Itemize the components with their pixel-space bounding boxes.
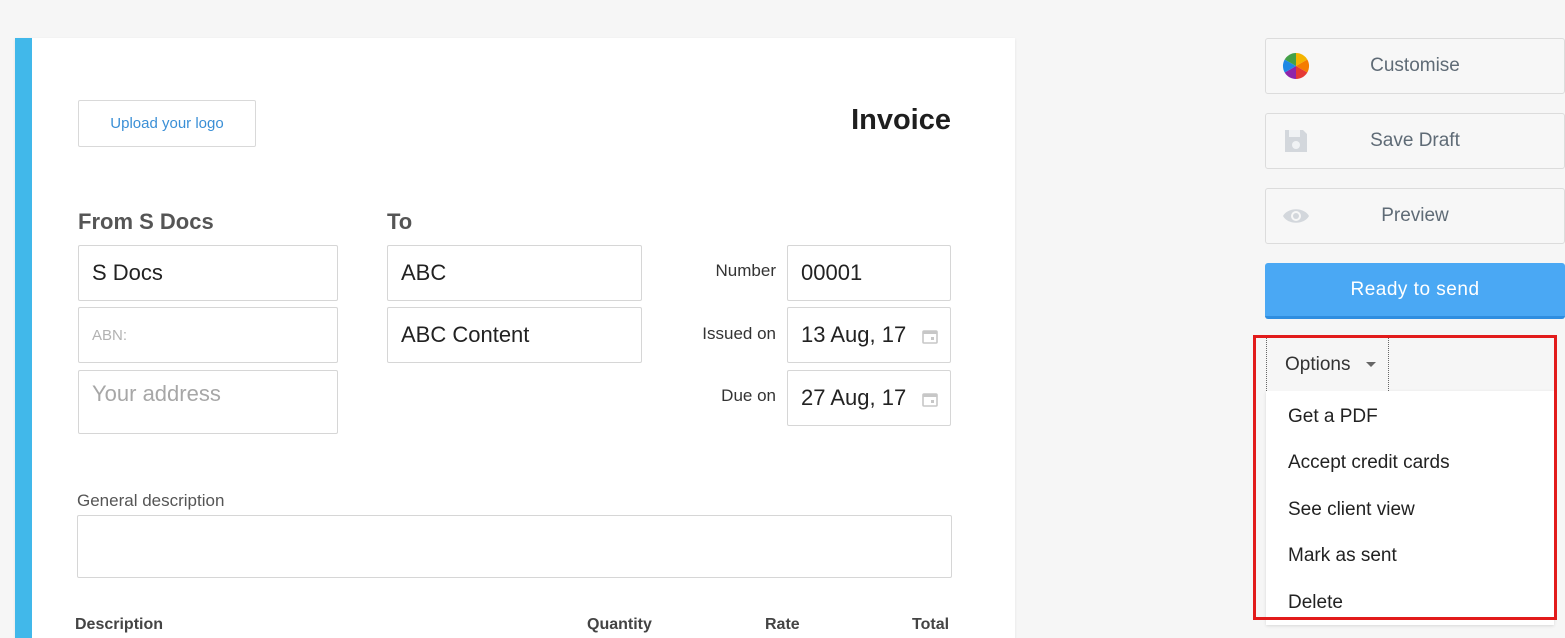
sheet-accent-bar (15, 38, 32, 638)
ready-to-send-button[interactable]: Ready to send (1265, 263, 1565, 319)
preview-button[interactable]: Preview (1265, 188, 1565, 244)
to-company-field[interactable]: ABC Content (387, 307, 642, 363)
from-heading: From S Docs (78, 209, 214, 234)
highlight-box (1253, 335, 1557, 620)
invoice-number-field[interactable]: 00001 (787, 245, 951, 301)
column-description: Description (75, 616, 164, 633)
to-name-field[interactable]: ABC (387, 245, 642, 301)
to-heading: To (387, 209, 413, 234)
due-date-field[interactable]: 27 Aug, 17 (787, 370, 951, 426)
from-name-field[interactable]: S Docs (78, 245, 338, 301)
floppy-disk-icon (1285, 130, 1307, 152)
issued-date-value: 13 Aug, 17 (801, 322, 907, 347)
invoice-title: Invoice (851, 104, 951, 136)
save-draft-button[interactable]: Save Draft (1265, 113, 1565, 169)
column-rate: Rate (765, 616, 800, 633)
color-wheel-icon (1282, 52, 1310, 80)
invoice-sheet: Upload your logo Invoice From S Docs To … (15, 38, 1015, 638)
abn-field[interactable]: ABN: (78, 307, 338, 363)
save-draft-label: Save Draft (1370, 130, 1460, 151)
customise-label: Customise (1370, 55, 1460, 76)
number-label: Number (715, 261, 776, 280)
issued-date-field[interactable]: 13 Aug, 17 (787, 307, 951, 363)
eye-icon (1283, 209, 1309, 223)
calendar-icon[interactable] (922, 391, 938, 407)
general-description-label: General description (77, 491, 225, 510)
preview-label: Preview (1381, 205, 1449, 226)
general-description-field[interactable] (77, 515, 952, 578)
issued-on-label: Issued on (702, 324, 776, 343)
column-quantity: Quantity (587, 616, 652, 633)
address-field[interactable]: Your address (78, 370, 338, 434)
column-total: Total (912, 616, 950, 633)
customise-button[interactable]: Customise (1265, 38, 1565, 94)
due-date-value: 27 Aug, 17 (801, 385, 907, 410)
upload-logo-button[interactable]: Upload your logo (78, 100, 256, 147)
calendar-icon[interactable] (922, 328, 938, 344)
due-on-label: Due on (721, 386, 776, 405)
